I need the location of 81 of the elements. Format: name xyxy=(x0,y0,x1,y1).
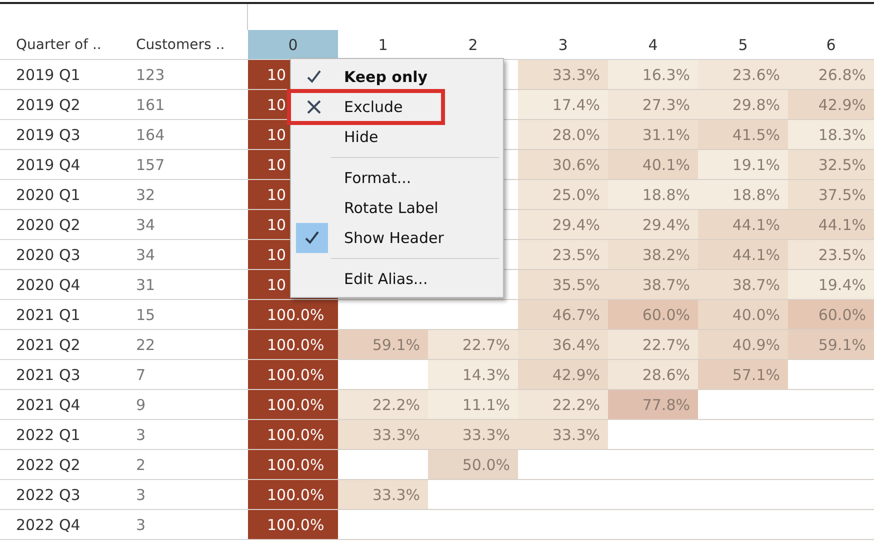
heat-cell: 23.6% xyxy=(698,60,788,90)
heat-cell: 16.3% xyxy=(608,60,698,90)
column-header[interactable]: 0 xyxy=(248,30,338,60)
heat-cell: 23.5% xyxy=(788,240,874,270)
heat-cell: 100.0% xyxy=(248,510,338,540)
heat-cell: 40.1% xyxy=(608,150,698,180)
heat-cell: 14.3% xyxy=(428,360,518,390)
heat-cell: 37.5% xyxy=(788,180,874,210)
row-label: 2020 Q1 xyxy=(0,180,130,210)
heat-cell: 40.0% xyxy=(698,300,788,330)
row-label: 2019 Q4 xyxy=(0,150,130,180)
heat-cell: 18.8% xyxy=(608,180,698,210)
heat-cell: 27.3% xyxy=(608,90,698,120)
heat-cell: 60.0% xyxy=(608,300,698,330)
row-label: 2019 Q2 xyxy=(0,90,130,120)
heat-cell: 11.1% xyxy=(428,390,518,420)
heat-cell: 23.5% xyxy=(518,240,608,270)
heat-cell: 33.3% xyxy=(338,420,428,450)
heat-cell: 19.1% xyxy=(698,150,788,180)
row-label: 2022 Q3 xyxy=(0,480,130,510)
column-header[interactable]: Quarter of .. xyxy=(0,30,130,60)
heat-cell: 22.2% xyxy=(518,390,608,420)
heat-cell: 28.6% xyxy=(608,360,698,390)
heat-cell: 40.9% xyxy=(698,330,788,360)
heat-cell: 17.4% xyxy=(518,90,608,120)
heat-cell: 100.0% xyxy=(248,300,338,330)
heat-cell: 33.3% xyxy=(338,480,428,510)
heat-cell: 100.0% xyxy=(248,390,338,420)
row-label: 2020 Q3 xyxy=(0,240,130,270)
heat-cell: 100.0% xyxy=(248,450,338,480)
heat-cell: 31.1% xyxy=(608,120,698,150)
heat-cell: 38.7% xyxy=(698,270,788,300)
heat-cell: 22.7% xyxy=(608,330,698,360)
heat-cell: 29.8% xyxy=(698,90,788,120)
heat-cell: 59.1% xyxy=(338,330,428,360)
heat-cell: 28.0% xyxy=(518,120,608,150)
heat-cell: 100.0% xyxy=(248,330,338,360)
row-label: 2019 Q1 xyxy=(0,60,130,90)
heat-cell: 100.0% xyxy=(248,480,338,510)
row-label: 2021 Q2 xyxy=(0,330,130,360)
row-label: 2022 Q4 xyxy=(0,510,130,540)
heat-cell: 19.4% xyxy=(788,270,874,300)
heat-cell: 100.0% xyxy=(248,360,338,390)
heat-cell: 30.6% xyxy=(518,150,608,180)
heat-cell: 18.8% xyxy=(698,180,788,210)
heat-cell: 33.3% xyxy=(518,420,608,450)
heat-cell: 29.4% xyxy=(518,210,608,240)
heat-cell: 38.7% xyxy=(608,270,698,300)
row-label: 2020 Q4 xyxy=(0,270,130,300)
heat-cell: 42.9% xyxy=(518,360,608,390)
heat-cell: 57.1% xyxy=(698,360,788,390)
heat-cell: 22.7% xyxy=(428,330,518,360)
row-label: 2022 Q1 xyxy=(0,420,130,450)
heat-cell: 25.0% xyxy=(518,180,608,210)
heat-cell: 77.8% xyxy=(608,390,698,420)
heat-cell: 32.5% xyxy=(788,150,874,180)
heat-cell: 50.0% xyxy=(428,450,518,480)
heat-cell: 18.3% xyxy=(788,120,874,150)
heat-cell: 46.7% xyxy=(518,300,608,330)
heat-cell: 38.2% xyxy=(608,240,698,270)
heat-cell: 26.8% xyxy=(788,60,874,90)
heat-cell: 59.1% xyxy=(788,330,874,360)
row-label: 2022 Q2 xyxy=(0,450,130,480)
row-label: 2021 Q3 xyxy=(0,360,130,390)
heat-cell: 29.4% xyxy=(608,210,698,240)
row-label: 2021 Q4 xyxy=(0,390,130,420)
heat-cell: 44.1% xyxy=(698,210,788,240)
heat-cell: 35.5% xyxy=(518,270,608,300)
heat-cell: 42.9% xyxy=(788,90,874,120)
row-label: 2019 Q3 xyxy=(0,120,130,150)
heat-cell: 60.0% xyxy=(788,300,874,330)
heat-cell: 44.1% xyxy=(788,210,874,240)
heat-cell: 41.5% xyxy=(698,120,788,150)
heat-cell: 100.0% xyxy=(248,420,338,450)
heat-cell: 33.3% xyxy=(428,420,518,450)
heat-cell: 44.1% xyxy=(698,240,788,270)
heat-cell: 33.3% xyxy=(518,60,608,90)
row-label: 2021 Q1 xyxy=(0,300,130,330)
heat-cell: 36.4% xyxy=(518,330,608,360)
heat-cell: 22.2% xyxy=(338,390,428,420)
row-label: 2020 Q2 xyxy=(0,210,130,240)
